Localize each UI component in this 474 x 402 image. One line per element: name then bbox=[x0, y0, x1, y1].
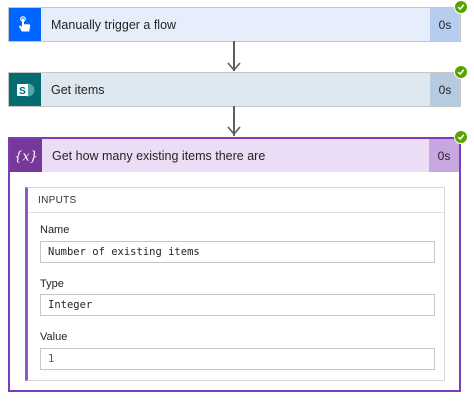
inputs-heading: INPUTS bbox=[28, 188, 444, 213]
inputs-panel: INPUTS Name Number of existing items Typ… bbox=[25, 187, 445, 381]
svg-text:S: S bbox=[19, 85, 26, 96]
step-header[interactable]: Manually trigger a flow 0s bbox=[9, 8, 460, 41]
step-header[interactable]: {x} Get how many existing items there ar… bbox=[10, 139, 459, 172]
type-value-field[interactable]: Integer bbox=[40, 294, 435, 316]
value-label: Value bbox=[40, 331, 68, 343]
step-header[interactable]: S Get items 0s bbox=[9, 73, 460, 106]
value-field[interactable]: 1 bbox=[40, 348, 435, 370]
touch-icon bbox=[9, 8, 41, 41]
step-title: Get how many existing items there are bbox=[52, 148, 266, 163]
type-label: Type bbox=[40, 278, 64, 290]
arrow-down-icon bbox=[227, 62, 241, 72]
step-card-manual-trigger[interactable]: Manually trigger a flow 0s bbox=[8, 0, 468, 42]
success-check-icon bbox=[454, 65, 468, 79]
sharepoint-icon: S bbox=[9, 73, 41, 106]
svg-text:{x}: {x} bbox=[14, 149, 38, 164]
step-duration: 0s bbox=[430, 8, 460, 41]
success-check-icon bbox=[454, 130, 468, 144]
step-duration: 0s bbox=[429, 139, 459, 172]
step-title: Get items bbox=[51, 82, 105, 97]
step-title: Manually trigger a flow bbox=[51, 17, 177, 32]
variable-icon: {x} bbox=[10, 139, 42, 172]
step-duration: 0s bbox=[430, 73, 460, 106]
step-card-get-items[interactable]: S Get items 0s bbox=[8, 65, 468, 107]
name-label: Name bbox=[40, 224, 70, 236]
step-card-compose-variable[interactable]: {x} Get how many existing items there ar… bbox=[8, 130, 468, 392]
success-check-icon bbox=[454, 0, 468, 14]
name-value-field[interactable]: Number of existing items bbox=[40, 241, 435, 263]
arrow-down-icon bbox=[227, 126, 241, 136]
